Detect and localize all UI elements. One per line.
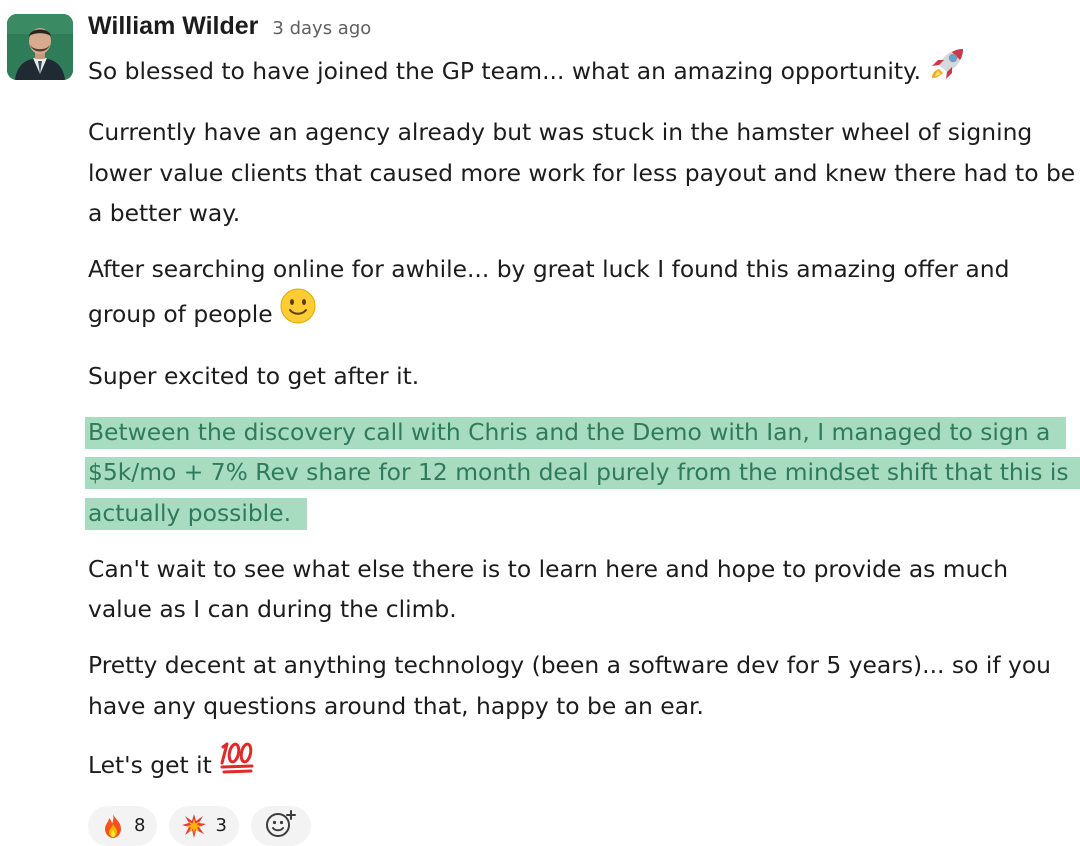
message: William Wilder 3 days ago So blessed to … [0,0,1080,846]
message-paragraph: Super excited to get after it. [88,356,1076,397]
rocket-icon [927,45,969,94]
reaction-count: 3 [215,815,227,836]
reaction-collision[interactable]: 3 [169,805,239,846]
paragraph-text: So blessed to have joined the GP team...… [88,56,922,85]
hundred-points-icon [218,739,256,788]
reaction-count: 8 [134,815,146,836]
reaction-fire[interactable]: 8 [88,805,158,846]
paragraph-text: Currently have an agency already but was… [88,118,1076,227]
slightly-smiling-face-icon [279,287,317,338]
paragraph-text: After searching online for awhile... by … [88,255,1010,328]
message-paragraph: Let's get it [88,742,1076,791]
paragraph-text: Super excited to get after it. [88,361,420,390]
paragraph-text: Can't wait to see what else there is to … [88,554,1009,624]
user-photo-icon [7,14,73,80]
add-reaction-button[interactable] [250,805,311,846]
message-paragraph: Can't wait to see what else there is to … [88,549,1076,630]
message-paragraph: Pretty decent at anything technology (be… [88,645,1076,726]
timestamp[interactable]: 3 days ago [272,18,371,39]
message-paragraph: After searching online for awhile... by … [88,249,1076,340]
highlighted-text: Between the discovery call with Chris an… [85,416,1080,530]
fire-icon [100,813,126,839]
message-paragraph: So blessed to have joined the GP team...… [88,48,1076,97]
avatar[interactable] [7,14,73,80]
reactions-bar: 8 3 [88,805,1076,846]
message-header: William Wilder 3 days ago [88,12,1076,48]
highlighted-paragraph: Between the discovery call with Chris an… [85,412,1080,534]
paragraph-text: Pretty decent at anything technology (be… [88,651,1052,720]
paragraph-text: Let's get it [88,750,212,779]
author-name[interactable]: William Wilder [88,12,258,41]
add-reaction-icon [264,809,298,843]
message-content: William Wilder 3 days ago So blessed to … [85,12,1080,846]
collision-icon [181,813,207,839]
message-paragraph: Currently have an agency already but was… [88,112,1076,234]
